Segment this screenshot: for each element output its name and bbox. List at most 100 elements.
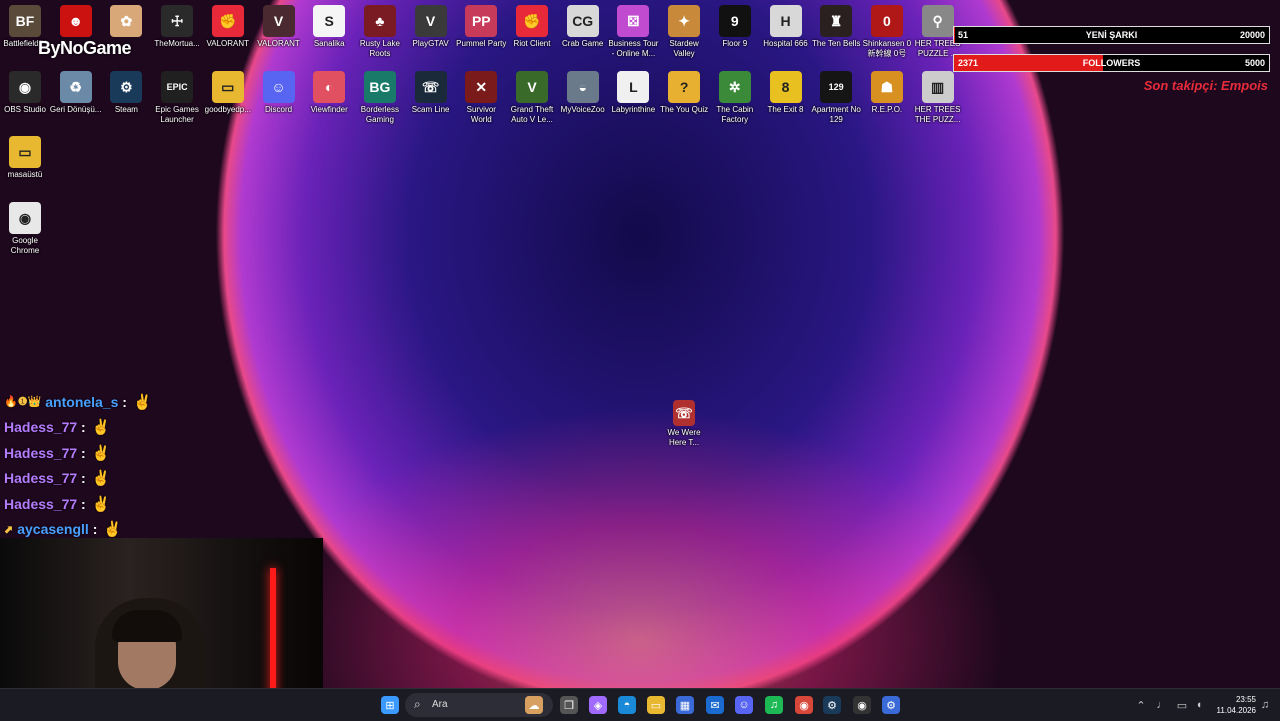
desktop-icon-label: MyVoiceZoo — [560, 104, 605, 114]
desktop-icon[interactable]: ✊ VALORANT — [202, 5, 254, 49]
chat-separator: : — [77, 444, 86, 461]
desktop-icon-label: Crab Game — [562, 39, 604, 48]
desktop-icon[interactable]: ♣ Rusty Lake Roots — [354, 5, 406, 59]
app-icon: ☏ — [414, 70, 447, 103]
desktop-icon-label: The Cabin Factory — [716, 104, 754, 124]
desktop-icon-label: Survivor World — [466, 104, 496, 124]
desktop-icon[interactable]: S Sanalika — [303, 5, 355, 49]
obs-button[interactable]: ◉ — [853, 696, 871, 714]
desktop-icon-label: Discord — [264, 104, 293, 114]
app-icon: ☩ — [161, 5, 194, 37]
desktop-icon[interactable]: ◉ OBS Studio — [0, 70, 51, 115]
desktop-icon[interactable]: ☺ Discord — [253, 70, 305, 115]
desktop-icon[interactable]: 129 Apartment No 129 — [810, 70, 862, 125]
desktop-icon[interactable]: 8 The Exit 8 — [760, 70, 812, 115]
desktop-icon[interactable]: ▭ masaüstü — [0, 136, 51, 180]
app-icon: S — [313, 5, 346, 37]
desktop-icon[interactable]: ☻ — [50, 5, 102, 39]
desktop-icon[interactable]: ◉ Google Chrome — [0, 201, 51, 256]
notification-bell-icon[interactable]: ♫ — [1256, 696, 1274, 714]
desktop-icon[interactable]: ◒ MyVoiceZoo — [557, 70, 609, 115]
desktop-icon[interactable]: 0 Shinkansen 0 新幹線 0号 — [861, 5, 913, 59]
app-icon: ✦ — [668, 5, 701, 37]
desktop-icon-label: Sanalika — [313, 39, 345, 48]
chrome-button[interactable]: ◉ — [795, 696, 813, 714]
desktop-icon-label: Hospital 666 — [763, 39, 808, 48]
app-icon: BG — [363, 70, 396, 103]
desktop-icon[interactable]: ⚄ Business Tour - Online M... — [607, 5, 659, 59]
desktop-icon[interactable]: ✊ Riot Client — [506, 5, 558, 49]
desktop-icon-label: Viewfinder — [310, 104, 348, 114]
desktop-icon[interactable]: CG Crab Game — [557, 5, 609, 49]
desktop-icon[interactable]: L Labyrinthine — [607, 70, 659, 115]
chat-emote-icon: ✌ — [103, 521, 123, 539]
spotify-button[interactable]: ♫ — [765, 696, 783, 714]
chat-message: Hadess_77 : ✌ — [4, 491, 324, 517]
desktop-icon[interactable]: ✲ The Cabin Factory — [709, 70, 761, 125]
desktop-icon[interactable]: ◐ Viewfinder — [303, 70, 355, 115]
desktop-icon[interactable]: ☏ Scam Line — [405, 70, 457, 115]
desktop-icon[interactable]: BG Borderless Gaming — [354, 70, 406, 125]
app-icon: ☺ — [262, 70, 295, 103]
desktop-icon[interactable]: H Hospital 666 — [760, 5, 812, 49]
desktop-icon[interactable]: 9 Floor 9 — [709, 5, 761, 49]
desktop-icon[interactable]: V Grand Theft Auto V Le... — [506, 70, 558, 125]
app-icon: ✲ — [718, 70, 751, 103]
widgets-button[interactable]: ☁ — [525, 696, 543, 714]
desktop-icon[interactable]: V PlayGTAV — [405, 5, 457, 49]
app-icon: ✕ — [465, 70, 498, 103]
app-icon: PP — [465, 5, 498, 37]
steam-button[interactable]: ⚙ — [823, 696, 841, 714]
desktop-icon-label: The Ten Bells — [812, 39, 861, 48]
desktop-icon-label: Geri Dönüşü... — [49, 104, 102, 114]
desktop-icon-we-were-here[interactable]: ☏ We Were Here T... — [658, 400, 710, 448]
outlook-button[interactable]: ✉ — [706, 696, 724, 714]
store-button[interactable]: ▦ — [676, 696, 694, 714]
app-icon: ◉ — [9, 201, 41, 234]
desktop-icon[interactable]: ✕ Survivor World — [455, 70, 507, 125]
desktop-icon[interactable]: ♜ The Ten Bells — [810, 5, 862, 49]
discord-button[interactable]: ☺ — [735, 696, 753, 714]
desktop-icon[interactable]: ☩ TheMortua... — [151, 5, 203, 49]
show-hidden-icons-chevron-icon[interactable]: ⌃ — [1132, 696, 1150, 714]
taskbar: ⌕ Ara ⊞ ☁ ❐ ◈ ◓ ▭ ▦ ✉ ☺ ♫ ◉ ⚙ ◉ ⚙ ⌃ ♩ ▭ ◖ ♫ — [0, 688, 1280, 721]
app-icon: ✿ — [110, 5, 143, 37]
desktop-icon-label: Scam Line — [411, 104, 450, 114]
desktop-icon-label: VALORANT — [257, 39, 300, 48]
chat-username: Hadess_77 — [4, 495, 78, 512]
chat-username: antonela_s — [45, 393, 119, 410]
microphone-icon[interactable]: ♩ — [1153, 696, 1171, 714]
app-icon: ⚄ — [617, 5, 650, 37]
task-view-button[interactable]: ❐ — [560, 696, 578, 714]
desktop-icon[interactable]: ⚙ Steam — [100, 70, 152, 115]
app-icon: V — [516, 70, 548, 103]
desktop-icon[interactable]: EPIC Epic Games Launcher — [151, 70, 203, 125]
chat-emote-icon: ✌ — [91, 419, 111, 437]
chat-separator: : — [77, 470, 86, 487]
desktop-icon-label: Shinkansen 0 新幹線 0号 — [862, 39, 912, 58]
desktop-icon[interactable]: ✿ — [100, 5, 152, 39]
desktop-icon[interactable]: ☗ R.E.P.O. — [861, 70, 913, 115]
app-icon: ⚙ — [110, 70, 143, 103]
desktop-icon[interactable]: ✦ Stardew Valley — [658, 5, 710, 59]
desktop-icon[interactable]: ▭ goodbyedp... — [202, 70, 254, 115]
taskbar-clock[interactable]: 23:55 11.04.2026 — [1206, 694, 1256, 716]
copilot-button[interactable]: ◈ — [589, 696, 607, 714]
network-icon[interactable]: ▭ — [1173, 696, 1191, 714]
follower-goal-target: 5000 — [1244, 58, 1265, 68]
settings-button[interactable]: ⚙ — [882, 696, 900, 714]
chat-separator: : — [77, 495, 86, 512]
desktop-icon[interactable]: ♻ Geri Dönüşü... — [49, 70, 102, 115]
start-button[interactable]: ⊞ — [381, 696, 399, 714]
desktop-icon[interactable]: V VALORANT — [253, 5, 305, 49]
stream-chat-overlay: 🔥❶👑 antonela_s : ✌ Hadess_77 : ✌ Hadess_77 : ✌… — [4, 389, 324, 542]
edge-button[interactable]: ◓ — [618, 696, 636, 714]
desktop-icon-label: The You Quiz — [660, 104, 709, 114]
desktop-icon[interactable]: ? The You Quiz — [658, 70, 710, 115]
app-icon: ⚲ — [921, 5, 954, 37]
file-explorer-button[interactable]: ▭ — [647, 696, 665, 714]
desktop-icon-label: We Were Here T... — [667, 428, 701, 447]
desktop-icon[interactable]: PP Pummel Party — [455, 5, 507, 49]
app-icon: ▭ — [9, 136, 41, 168]
chat-username: Hadess_77 — [4, 419, 78, 436]
